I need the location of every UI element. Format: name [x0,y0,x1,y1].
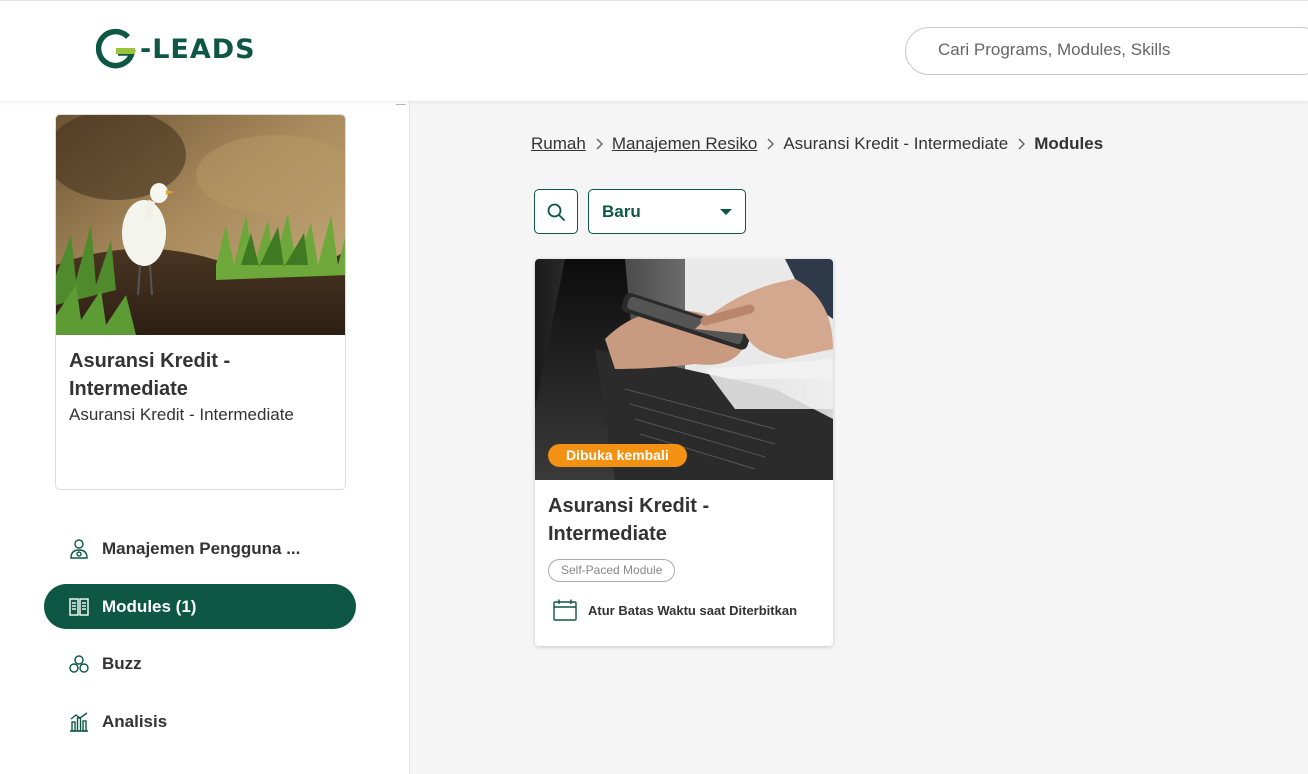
sort-select[interactable]: Baru [588,189,746,234]
breadcrumb-link-risk-management[interactable]: Manajemen Resiko [612,134,758,154]
module-due-text: Atur Batas Waktu saat Diterbitkan [588,602,798,618]
module-card[interactable]: Dibuka kembali Asuransi Kredit - Interme… [535,259,833,646]
course-subtitle: Asuransi Kredit - Intermediate [69,405,294,424]
sidebar-item-label: Buzz [102,653,142,673]
global-search[interactable] [905,27,1308,75]
sidebar-item-analytics[interactable]: Analisis [44,699,356,744]
global-search-input[interactable] [938,40,1298,60]
buzz-icon [68,653,90,675]
course-title: Asuransi Kredit - Intermediate [69,350,231,400]
chevron-right-icon [757,138,783,150]
g-leads-logo[interactable]: -LEADS [96,27,256,71]
sidebar-item-label: Modules (1) [102,596,197,616]
module-title: Asuransi Kredit - Intermediate [548,495,710,545]
breadcrumb-link-home[interactable]: Rumah [531,134,586,154]
course-card[interactable]: Asuransi Kredit - Intermediate Asuransi … [55,114,346,490]
chevron-right-icon [586,138,612,150]
calendar-icon [553,599,577,621]
chevron-right-icon [1008,138,1034,150]
sidebar: Asuransi Kredit - Intermediate Asuransi … [0,101,410,774]
logo-text: -LEADS [140,33,256,65]
search-modules-button[interactable] [534,189,578,234]
status-badge: Dibuka kembali [548,444,687,467]
search-icon [547,203,565,221]
sidebar-item-label: Analisis [102,711,168,731]
sidebar-item-modules[interactable]: Modules (1) [44,584,356,629]
module-due-info: Atur Batas Waktu saat Diterbitkan [553,599,797,621]
sort-select-value: Baru [602,202,641,221]
sidebar-item-label: Manajemen Pengguna ... [102,538,301,558]
user-manage-icon [68,538,90,560]
sidebar-divider [396,104,406,105]
top-bar: -LEADS [0,0,1308,101]
analytics-icon [68,711,90,733]
breadcrumb-current: Modules [1034,134,1104,153]
sidebar-item-user-management[interactable]: Manajemen Pengguna ... [44,526,356,571]
breadcrumb-course: Asuransi Kredit - Intermediate [783,134,1009,153]
logo-g-mark-icon [96,28,136,69]
course-cover-image [56,115,345,335]
caret-down-icon [720,209,732,215]
module-book-icon [68,596,90,618]
sidebar-item-buzz[interactable]: Buzz [44,641,356,686]
module-type-tag: Self-Paced Module [548,559,676,582]
breadcrumb: Rumah Manajemen Resiko Asuransi Kredit -… [531,134,1103,154]
